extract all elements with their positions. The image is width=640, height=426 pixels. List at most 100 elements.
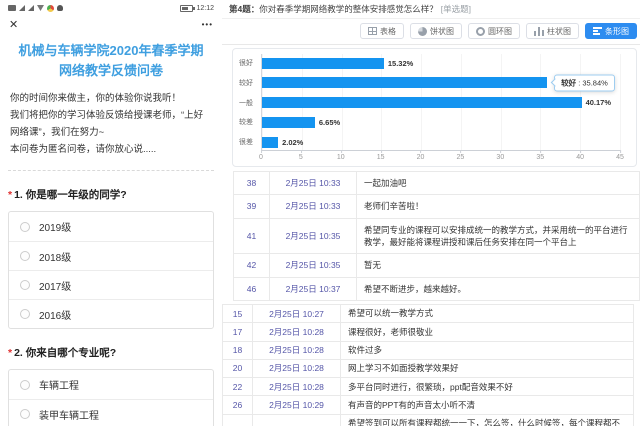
question-type-badge: [单选题] xyxy=(441,4,471,14)
table-icon xyxy=(368,27,377,35)
pie-chart-view-button[interactable]: 饼状图 xyxy=(410,23,462,39)
feedback-text: 课程很好，老师很敬业 xyxy=(341,323,634,341)
button-label: 圆环图 xyxy=(488,26,512,37)
option-label: 装甲车辆工程 xyxy=(39,407,99,422)
bar-segment[interactable] xyxy=(262,137,278,148)
feedback-text: 希望可以统一教学方式 xyxy=(341,304,634,322)
bar-chart-icon xyxy=(593,27,602,35)
question-title: 你对春季学期网络教学的整体安排感觉怎么样？ xyxy=(259,4,438,14)
feedback-text: 希望不断进步，越来越好。 xyxy=(357,277,640,300)
bar-value-label: 40.17% xyxy=(586,98,611,107)
pie-chart-icon xyxy=(418,27,427,36)
radio-icon[interactable] xyxy=(20,251,30,261)
feedback-date: 2月25日 10:35 xyxy=(270,218,357,254)
feedback-id: 17 xyxy=(223,323,253,341)
category-label: 很好 xyxy=(239,57,261,69)
bell-icon xyxy=(57,5,63,11)
feedback-text: 一起加油吧 xyxy=(357,172,640,195)
radio-option[interactable]: 2016级 xyxy=(9,299,213,328)
phone-status-bar: 12:12 xyxy=(0,0,222,12)
feedback-id: 20 xyxy=(223,359,253,377)
bar-value-label: 2.02% xyxy=(282,138,303,147)
feedback-text: 网上学习不如面授教学效果好 xyxy=(341,359,634,377)
table-view-button[interactable]: 表格 xyxy=(360,23,404,39)
button-label: 表格 xyxy=(380,26,396,37)
bar-segment[interactable] xyxy=(262,58,384,69)
radio-option[interactable]: 车辆工程 xyxy=(9,370,213,399)
radio-option[interactable]: 2018级 xyxy=(9,241,213,270)
status-icons-right: 12:12 xyxy=(180,5,214,12)
radio-icon[interactable] xyxy=(20,380,30,390)
signal-2-icon xyxy=(28,5,34,11)
wifi-icon xyxy=(37,5,44,11)
radio-option[interactable]: 2017级 xyxy=(9,270,213,299)
screenshot-root: 12:12 ✕ ••• 机械与车辆学院2020年春季学期网络教学反馈问卷 你的时… xyxy=(0,0,640,426)
feedback-row: 462月25日 10:37希望不断进步，越来越好。 xyxy=(234,277,640,300)
feedback-id: 41 xyxy=(234,218,270,254)
more-menu-icon[interactable]: ••• xyxy=(202,20,213,29)
close-icon[interactable]: ✕ xyxy=(9,18,18,31)
feedback-id: 15 xyxy=(223,304,253,322)
chart-type-toolbar: 表格 饼状图 圆环图 柱状图 条形图 xyxy=(222,19,640,45)
question-1-title: *1. 你是哪一年级的同学? xyxy=(8,187,214,202)
chart-body: 很好较好一般较差很差 15.32%较好 : 35.84%40.17%6.65%2… xyxy=(237,54,620,150)
message-icon xyxy=(8,5,16,11)
survey-results-pane: 第4题：你对春季学期网络教学的整体安排感觉怎么样？[单选题] 表格 饼状图 圆环图 柱… xyxy=(222,0,640,426)
feedback-id: 39 xyxy=(234,195,270,218)
phone-nav-row: ✕ ••• xyxy=(0,12,222,33)
feedback-id: 26 xyxy=(223,396,253,414)
clock-text: 12:12 xyxy=(196,5,214,12)
required-asterisk: * xyxy=(8,189,12,201)
signal-icon xyxy=(19,5,25,11)
feedback-date: 2月25日 10:37 xyxy=(270,277,357,300)
survey-intro: 你的时间你来做主，你的体验你说我听！ 我们将把你的学习体验反馈给授课老师，“上好… xyxy=(10,90,212,158)
feedback-row: 182月25日 10:28软件过多 xyxy=(223,341,634,359)
radio-option[interactable]: 装甲车辆工程 xyxy=(9,399,213,426)
question-number: 第4题： xyxy=(229,4,259,14)
x-tick-label: 25 xyxy=(457,154,465,161)
question-header: 第4题：你对春季学期网络教学的整体安排感觉怎么样？[单选题] xyxy=(222,0,640,19)
bar-segment[interactable] xyxy=(262,97,582,108)
question-2-label: 2. 你来自哪个专业呢? xyxy=(14,347,116,359)
category-label: 一般 xyxy=(239,97,261,109)
feedback-text: 老师们辛苦啦！ xyxy=(357,195,640,218)
feedback-row: 202月25日 10:28网上学习不如面授教学效果好 xyxy=(223,359,634,377)
bar-chart-card: 很好较好一般较差很差 15.32%较好 : 35.84%40.17%6.65%2… xyxy=(232,48,637,167)
feedback-id: 27 xyxy=(223,414,253,426)
intro-line-1: 你的时间你来做主，你的体验你说我听！ xyxy=(10,90,212,107)
bar-chart-view-button[interactable]: 条形图 xyxy=(585,23,637,39)
x-tick-label: 35 xyxy=(536,154,544,161)
button-label: 条形图 xyxy=(605,26,629,37)
radio-icon[interactable] xyxy=(20,280,30,290)
category-label: 较差 xyxy=(239,116,261,128)
bar-row: 2.02% xyxy=(262,136,620,148)
browser-icon xyxy=(47,5,54,12)
x-tick-label: 5 xyxy=(299,154,303,161)
donut-chart-view-button[interactable]: 圆环图 xyxy=(468,23,520,39)
radio-option[interactable]: 2019级 xyxy=(9,212,213,241)
feedback-date: 2月25日 10:28 xyxy=(253,323,341,341)
feedback-row: 422月25日 10:35暂无 xyxy=(234,254,640,277)
feedback-text: 软件过多 xyxy=(341,341,634,359)
radio-icon[interactable] xyxy=(20,409,30,419)
bar-segment[interactable] xyxy=(262,117,315,128)
feedback-date: 2月25日 10:29 xyxy=(253,396,341,414)
feedback-date: 2月25日 10:27 xyxy=(253,304,341,322)
question-1-label: 1. 你是哪一年级的同学? xyxy=(14,189,127,201)
feedback-date: 2月25日 10:28 xyxy=(253,341,341,359)
feedback-table-lower: 152月25日 10:27希望可以统一教学方式 172月25日 10:28课程很好… xyxy=(222,304,634,426)
option-label: 2017级 xyxy=(39,278,71,293)
bar-value-label: 15.32% xyxy=(388,59,413,68)
bar-row: 较好 : 35.84% xyxy=(262,77,620,89)
radio-icon[interactable] xyxy=(20,222,30,232)
donut-chart-icon xyxy=(476,27,485,36)
bar-row: 40.17% xyxy=(262,97,620,109)
question-1-options: 2019级 2018级 2017级 2016级 xyxy=(8,211,214,329)
feedback-date: 2月25日 10:29 xyxy=(253,414,341,426)
gridline xyxy=(620,54,621,150)
bar-segment[interactable] xyxy=(262,77,547,88)
radio-icon[interactable] xyxy=(20,309,30,319)
option-label: 2018级 xyxy=(39,249,71,264)
status-icons-left xyxy=(8,5,63,12)
column-chart-view-button[interactable]: 柱状图 xyxy=(526,23,579,39)
